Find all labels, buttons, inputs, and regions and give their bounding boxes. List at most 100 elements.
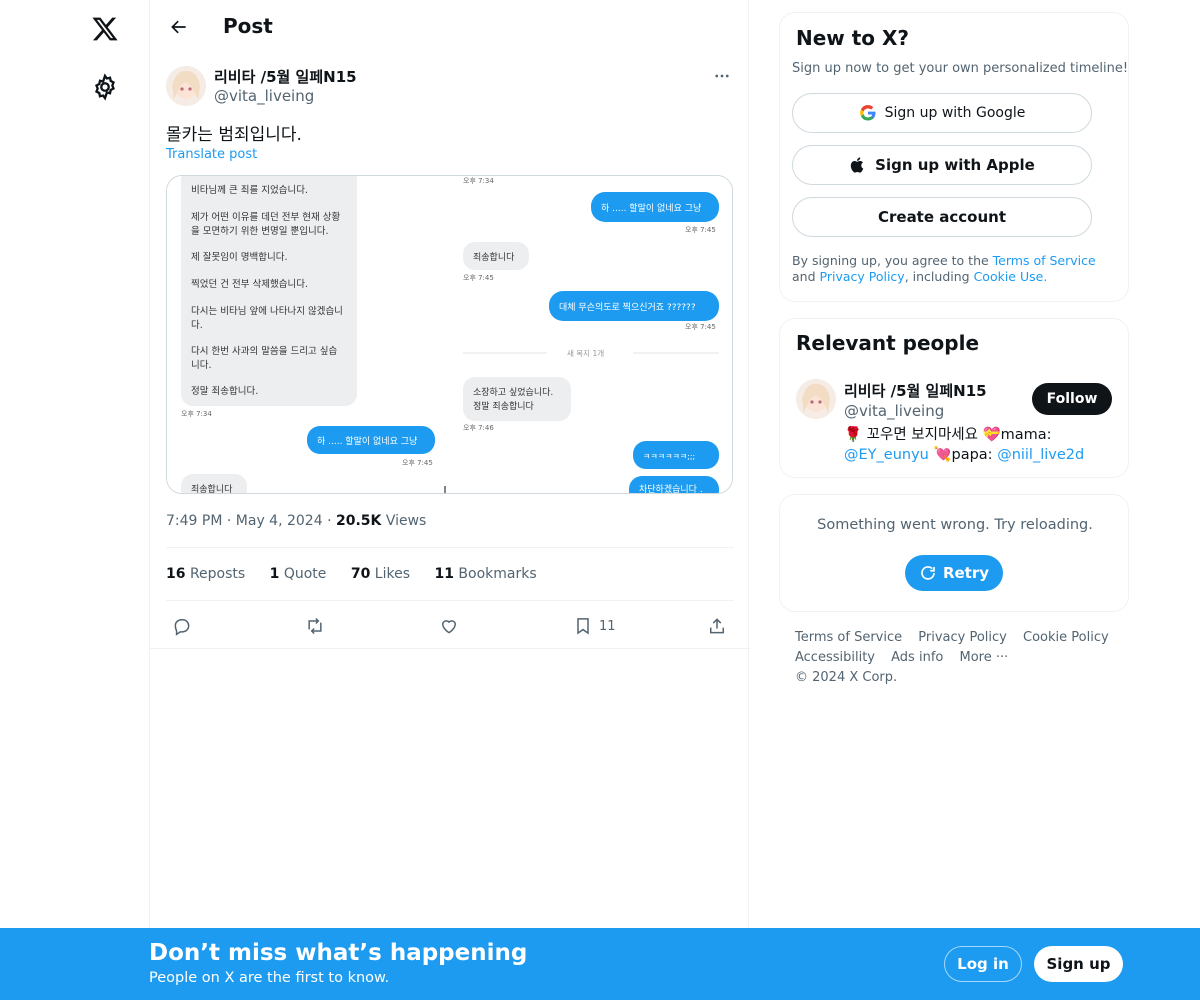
terms-link[interactable]: Terms of Service (993, 253, 1096, 268)
follow-button[interactable]: Follow (1032, 383, 1112, 415)
signup-button[interactable]: Sign up (1034, 946, 1123, 982)
share-icon (710, 618, 724, 634)
chat-bubble-text: 하 ..... 할말이 없네요 그냥 (601, 202, 701, 214)
privacy-link[interactable]: Privacy Policy (820, 269, 905, 284)
bookmarks-stat[interactable]: 11 Bookmarks (434, 566, 536, 582)
footer-link[interactable]: Ads info (891, 648, 943, 668)
bookmark-button[interactable]: 11 (573, 610, 616, 642)
chat-line: 다시는 비타님 앞에 나타나지 않겠습니 (191, 305, 343, 317)
heart-icon (441, 620, 457, 634)
divider (150, 648, 750, 649)
post-meta: 7:49 PM · May 4, 2024 · 20.5K Views (166, 513, 427, 529)
cookie-link[interactable]: Cookie Use. (974, 269, 1048, 284)
divider (166, 600, 734, 601)
chat-bubble-text: ㅋㅋㅋㅋㅋㅋ;;; (643, 452, 695, 461)
chat-time: 오후 7:34 (181, 410, 212, 418)
chat-line: 제 잘못임이 명백합니다. (191, 251, 287, 263)
footer-link[interactable]: More ··· (959, 648, 1008, 668)
x-logo-icon (92, 17, 118, 41)
post-author: 리비타 /5월 일페N15 @vita_liveing (166, 64, 734, 108)
google-icon (859, 105, 876, 121)
post-date[interactable]: May 4, 2024 (236, 513, 323, 529)
post-image[interactable]: 비타님께 큰 죄를 지었습니다. 제가 어떤 이유를 데던 전부 현재 상황 을… (166, 175, 733, 494)
chat-line: 찍었던 건 전부 삭제했습니다. (191, 278, 308, 290)
person-bio: 🌹 꼬우면 보지마세요 💝mama: @EY_eunyu 💘papa: @nii… (844, 427, 1085, 463)
footer-links: Terms of Service Privacy Policy Cookie P… (795, 628, 1125, 688)
arrow-left-icon (171, 20, 186, 34)
avatar[interactable] (166, 66, 206, 106)
signup-card: New to X? Sign up now to get your own pe… (779, 12, 1129, 302)
avatar[interactable] (796, 379, 836, 419)
chat-read-marker: 새 목지 1개 (567, 348, 604, 358)
quotes-stat[interactable]: 1 Quote (270, 566, 327, 582)
post-header: Post (150, 0, 750, 53)
relevant-people-card: Relevant people 리비타 /5월 일페N15 @vita_live… (779, 318, 1129, 478)
chat-bubble-text: 죄송합니다 (473, 252, 515, 263)
repost-icon (308, 617, 322, 635)
reply-icon (174, 619, 190, 636)
chat-time: 오후 7:45 (685, 226, 716, 234)
error-message: Something went wrong. Try reloading. (817, 517, 1093, 533)
footer-link[interactable]: Cookie Policy (1023, 628, 1109, 648)
refresh-icon (921, 566, 935, 580)
author-handle[interactable]: @vita_liveing (214, 87, 314, 105)
share-button[interactable] (707, 610, 727, 642)
person-name[interactable]: 리비타 /5월 일페N15 (844, 380, 987, 401)
post-text: 몰카는 범죄입니다. (166, 125, 302, 145)
signup-legal-text: By signing up, you agree to the Terms of… (792, 253, 1096, 284)
chat-time: 오후 7:45 (402, 459, 433, 467)
chat-time: 오후 7:45 (463, 274, 494, 282)
post-actions: 11 (166, 610, 734, 642)
chat-line: 제가 어떤 이유를 데던 전부 현재 상황 (191, 212, 340, 223)
person-handle[interactable]: @vita_liveing (844, 402, 944, 420)
gear-icon (95, 73, 115, 101)
footer-link[interactable]: Accessibility (795, 648, 875, 668)
chat-line: 정말 죄송합니다. (191, 385, 258, 397)
chat-line: 을 모면하기 위한 변명일 뿐입니다. (191, 225, 328, 237)
chat-time: 오후 7:46 (463, 424, 494, 432)
post-stats: 16 Reposts 1 Quote 70 Likes 11 Bookmarks (166, 566, 557, 582)
like-button[interactable] (439, 610, 459, 642)
footer-link[interactable]: Terms of Service (795, 628, 902, 648)
mention-link[interactable]: @niil_live2d (997, 447, 1084, 463)
login-button[interactable]: Log in (944, 946, 1022, 982)
bookmark-icon (577, 618, 589, 635)
chat-line: 비타님께 큰 죄를 지었습니다. (191, 184, 308, 196)
translate-post-link[interactable]: Translate post (166, 147, 257, 162)
chat-time: 오후 7:34 (463, 177, 494, 185)
mention-link[interactable]: @EY_eunyu (844, 447, 929, 463)
settings-button[interactable] (82, 64, 128, 110)
apple-icon (850, 157, 864, 173)
likes-stat[interactable]: 70 Likes (351, 566, 410, 582)
main-column: Post 리비타 /5월 일페N15 @vita_liveing 몰카는 범죄입… (149, 0, 750, 1000)
post-time[interactable]: 7:49 PM (166, 513, 222, 529)
banner-title: Don’t miss what’s happening (149, 940, 528, 966)
repost-button[interactable] (305, 610, 325, 642)
retry-button[interactable]: Retry (905, 555, 1003, 591)
footer-link[interactable]: Privacy Policy (918, 628, 1007, 648)
relevant-people-title: Relevant people (796, 331, 980, 355)
views-count: 20.5K (335, 513, 382, 529)
more-options-button[interactable] (710, 64, 734, 88)
login-banner: Don’t miss what’s happening People on X … (0, 928, 1200, 1000)
signup-google-button[interactable]: Sign up with Google (792, 93, 1092, 133)
chat-bubble-text: 차단하겠습니다 . (639, 483, 703, 493)
x-logo-button[interactable] (82, 6, 128, 52)
create-account-button[interactable]: Create account (792, 197, 1092, 237)
chat-time: 오후 7:45 (685, 323, 716, 331)
bookmark-count: 11 (599, 618, 616, 634)
reply-button[interactable] (172, 610, 192, 642)
more-horizontal-icon (715, 74, 729, 78)
chat-bubble-text: 소장하고 싶었습니다. (473, 386, 553, 398)
error-card: Something went wrong. Try reloading. Ret… (779, 494, 1129, 612)
signup-apple-button[interactable]: Sign up with Apple (792, 145, 1092, 185)
divider (166, 547, 734, 548)
chat-bubble-text: 하 ..... 할말이 없네요 그냥 (317, 435, 417, 447)
chat-line: 다. (191, 320, 203, 331)
back-button[interactable] (162, 10, 196, 44)
copyright: © 2024 X Corp. (795, 670, 898, 685)
page-title: Post (223, 14, 273, 38)
reposts-stat[interactable]: 16 Reposts (166, 566, 245, 582)
author-name[interactable]: 리비타 /5월 일페N15 (214, 66, 357, 87)
chat-line: 니다. (191, 360, 212, 371)
